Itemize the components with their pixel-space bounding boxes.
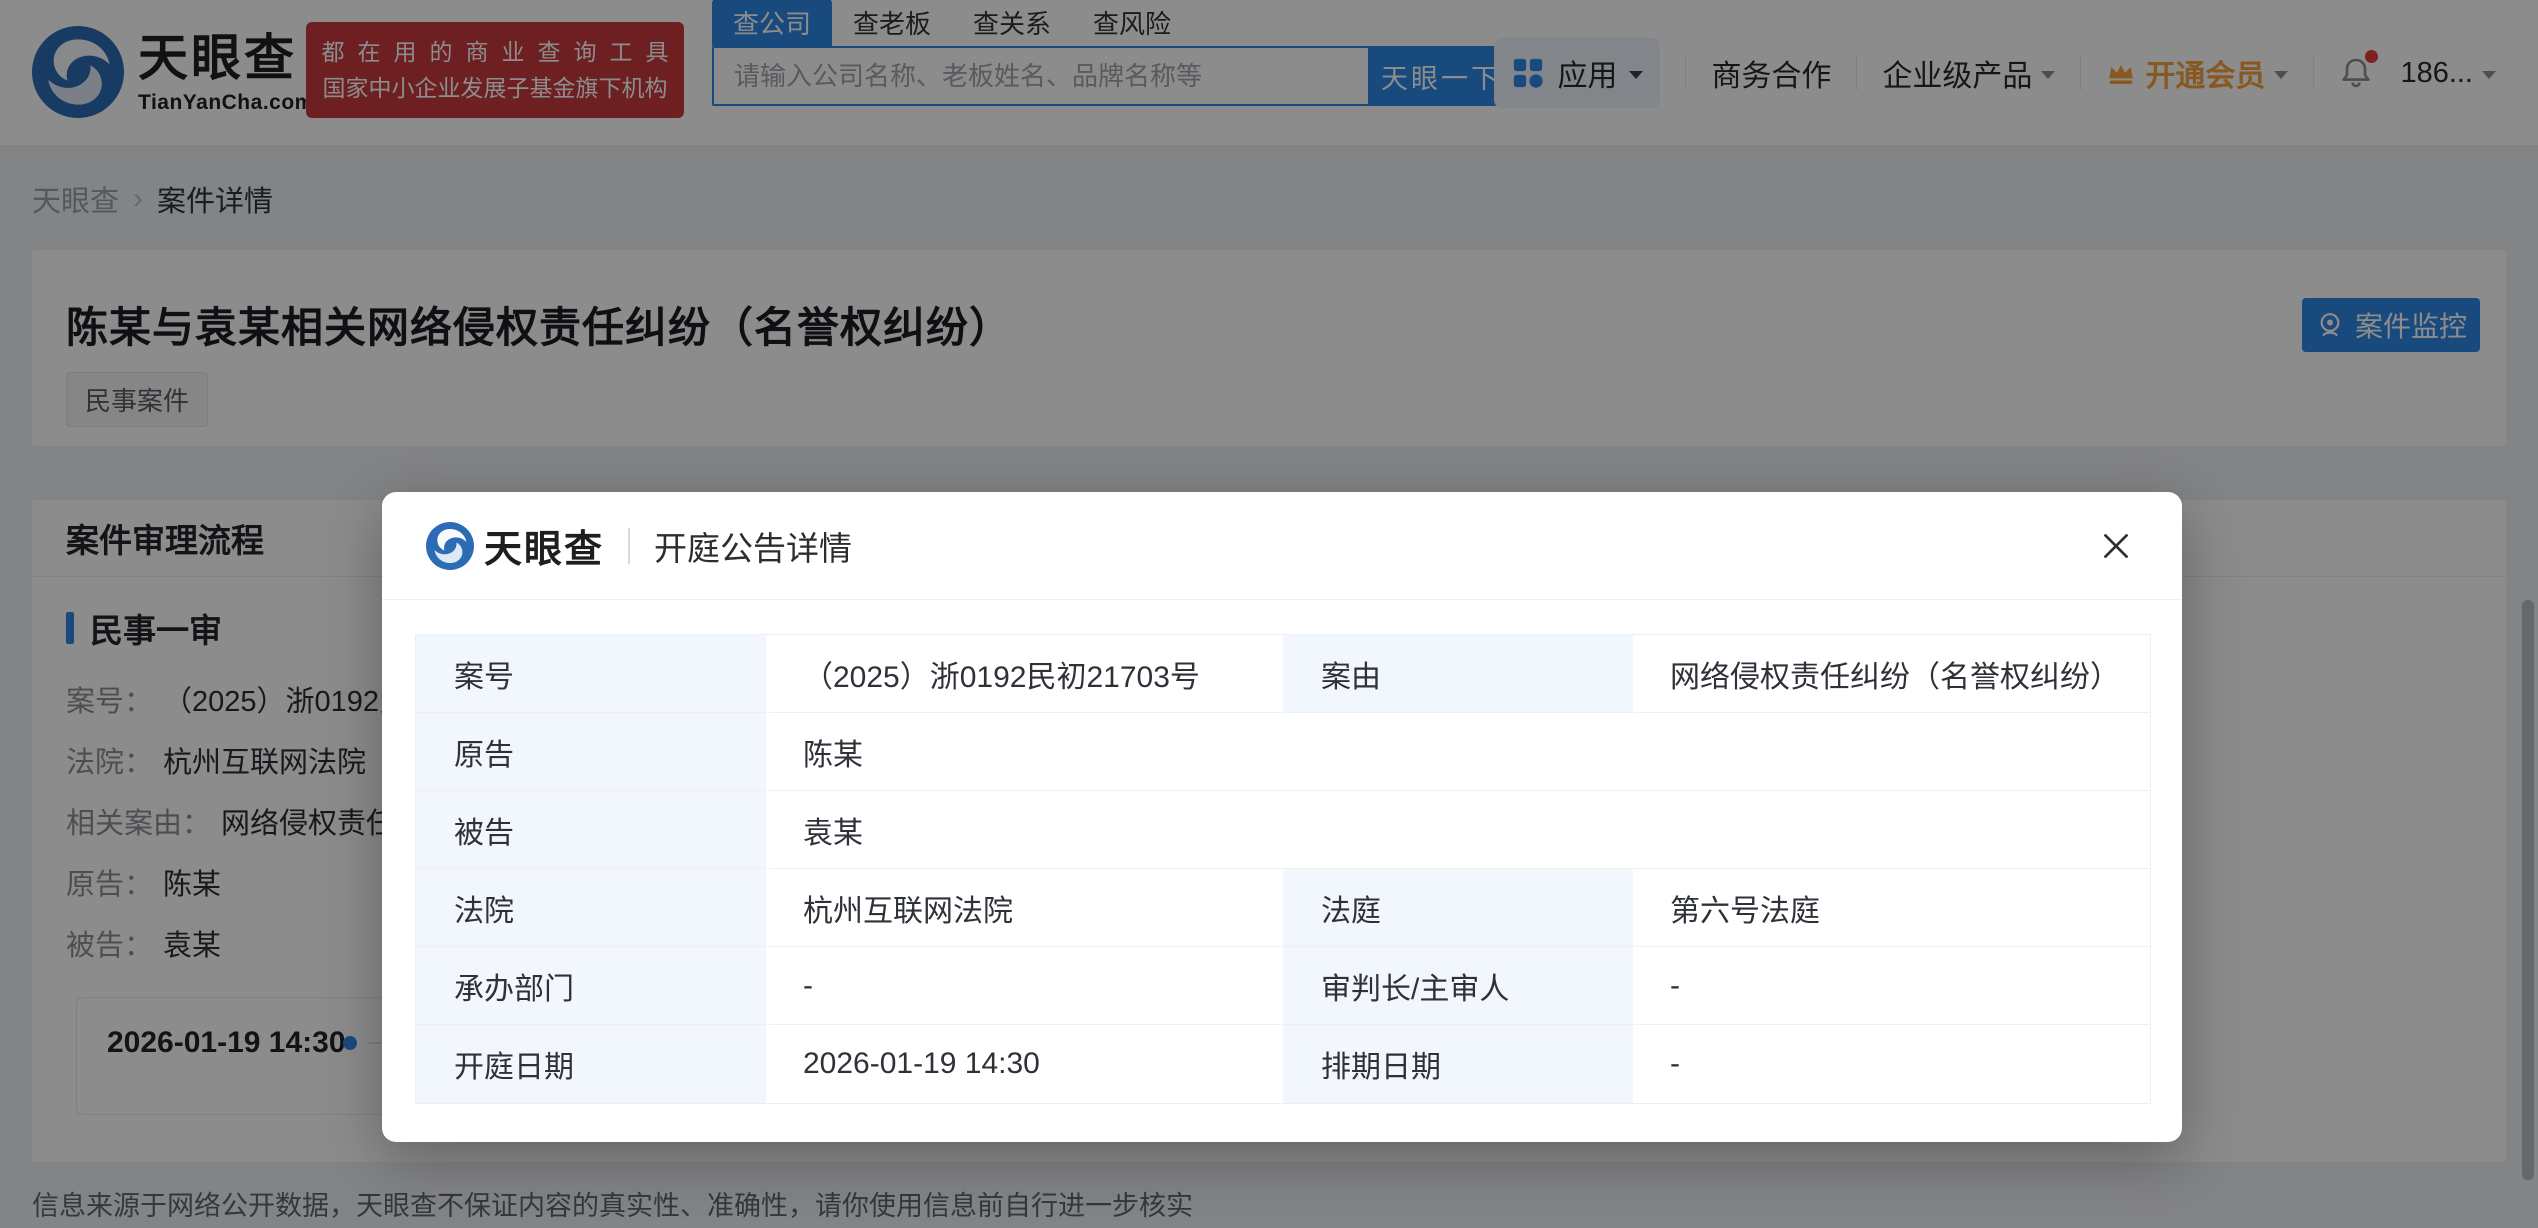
modal-title: 开庭公告详情 [654,522,852,570]
value-cell: - [1636,1025,2150,1103]
value-cell: - [1636,947,2150,1025]
scrollbar-thumb[interactable] [2522,600,2534,1180]
label-cell: 开庭日期 [416,1025,769,1103]
value-cell: 第六号法庭 [1636,869,2150,947]
label-cell: 审判长/主审人 [1283,947,1636,1025]
value-cell: 袁某 [769,791,2150,869]
value-cell: 杭州互联网法院 [769,869,1283,947]
label-cell: 法庭 [1283,869,1636,947]
label-cell: 法院 [416,869,769,947]
modal-brand-name: 天眼查 [484,518,604,573]
table-row: 法院杭州互联网法院法庭第六号法庭 [416,869,2150,947]
modal-close-button[interactable] [2094,524,2138,568]
close-icon [2097,527,2135,565]
announcement-table-wrap: 案号（2025）浙0192民初21703号案由网络侵权责任纠纷（名誉权纠纷）原告… [415,634,2149,1104]
label-cell: 承办部门 [416,947,769,1025]
value-cell: - [769,947,1283,1025]
divider [628,528,630,564]
table-row: 案号（2025）浙0192民初21703号案由网络侵权责任纠纷（名誉权纠纷） [416,635,2150,713]
value-cell: 2026-01-19 14:30 [769,1025,1283,1103]
table-row: 原告陈某 [416,713,2150,791]
table-row: 被告袁某 [416,791,2150,869]
value-cell: （2025）浙0192民初21703号 [769,635,1283,713]
hearing-announcement-modal: 天眼查 开庭公告详情 案号（2025）浙0192民初21703号案由网络侵权责任… [382,492,2182,1142]
label-cell: 排期日期 [1283,1025,1636,1103]
modal-brand-swirl-icon [426,522,474,570]
label-cell: 案由 [1283,635,1636,713]
table-row: 开庭日期2026-01-19 14:30排期日期- [416,1025,2150,1103]
value-cell: 网络侵权责任纠纷（名誉权纠纷） [1636,635,2150,713]
value-cell: 陈某 [769,713,2150,791]
label-cell: 被告 [416,791,769,869]
label-cell: 原告 [416,713,769,791]
table-row: 承办部门-审判长/主审人- [416,947,2150,1025]
label-cell: 案号 [416,635,769,713]
modal-header: 天眼查 开庭公告详情 [382,492,2182,600]
announcement-table-body: 案号（2025）浙0192民初21703号案由网络侵权责任纠纷（名誉权纠纷）原告… [416,635,2150,1103]
announcement-table: 案号（2025）浙0192民初21703号案由网络侵权责任纠纷（名誉权纠纷）原告… [415,634,2151,1104]
